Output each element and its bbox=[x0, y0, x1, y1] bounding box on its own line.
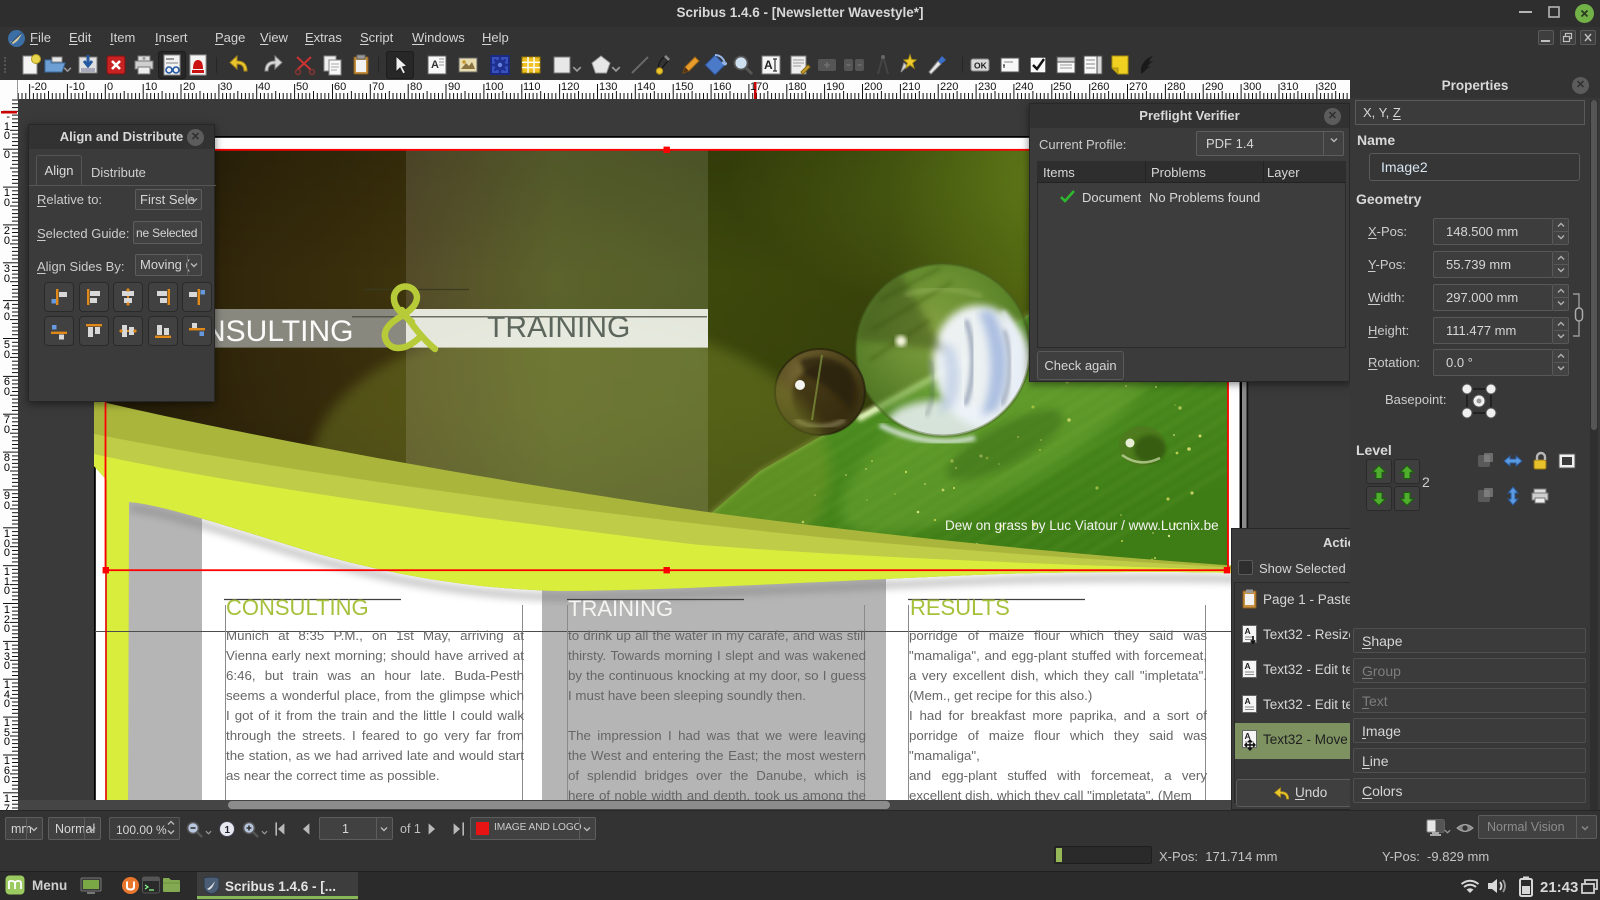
svg-text:TRAINING: TRAINING bbox=[487, 311, 630, 344]
svg-text:A: A bbox=[431, 59, 439, 71]
svg-text:A: A bbox=[1245, 661, 1251, 671]
svg-text:A: A bbox=[1245, 696, 1251, 706]
svg-text:1: 1 bbox=[225, 825, 231, 836]
svg-text:Dew on grass by Luc Viatour /: Dew on grass by Luc Viatour / www.Lucnix… bbox=[945, 518, 1219, 533]
svg-text:A: A bbox=[1245, 626, 1251, 636]
svg-text:OK: OK bbox=[974, 61, 988, 71]
svg-text:A: A bbox=[764, 58, 773, 72]
